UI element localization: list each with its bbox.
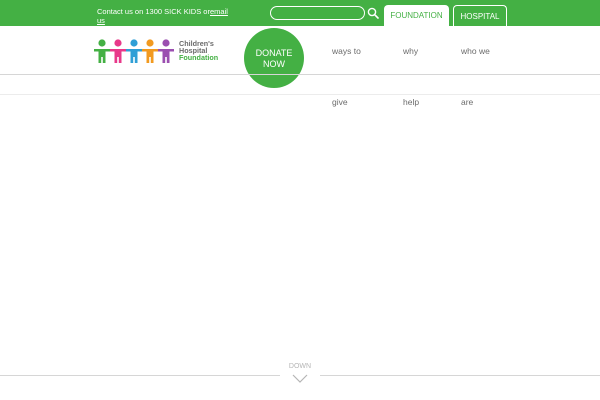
donate-label-line2: NOW bbox=[263, 59, 285, 69]
scroll-down-label[interactable]: DOWN bbox=[280, 363, 320, 370]
tab-foundation[interactable]: FOUNDATION bbox=[384, 5, 449, 26]
logo-figure-4 bbox=[142, 39, 158, 63]
nav-why-help-top[interactable]: why bbox=[403, 46, 418, 56]
contact-text: Contact us on 1300 SICK KIDS or bbox=[97, 7, 210, 16]
nav-who-we-are-bottom[interactable]: are bbox=[461, 97, 473, 107]
chevron-down-icon[interactable] bbox=[292, 374, 308, 383]
nav-ways-to-give-bottom[interactable]: give bbox=[332, 97, 348, 107]
nav-why-help-bottom[interactable]: help bbox=[403, 97, 419, 107]
nav-who-we-are-top[interactable]: who we bbox=[461, 46, 490, 56]
donate-label-line1: DONATE bbox=[255, 48, 293, 58]
logo-text-line3: Foundation bbox=[179, 53, 219, 62]
logo-figure-3 bbox=[126, 39, 142, 63]
donate-now-button[interactable]: DONATE NOW bbox=[244, 28, 304, 88]
top-bar: Contact us on 1300 SICK KIDS oremail us … bbox=[0, 0, 600, 26]
contact-info: Contact us on 1300 SICK KIDS oremail us bbox=[97, 7, 232, 25]
header-divider-light bbox=[0, 94, 600, 95]
header-divider bbox=[0, 74, 600, 75]
logo-figure-1 bbox=[94, 39, 110, 63]
search-input[interactable] bbox=[270, 6, 365, 20]
tab-hospital[interactable]: HOSPITAL bbox=[453, 5, 507, 26]
nav-ways-to-give-top[interactable]: ways to bbox=[332, 46, 361, 56]
logo-figure-2 bbox=[110, 39, 126, 63]
search-icon[interactable] bbox=[367, 7, 379, 19]
childrens-hospital-foundation-logo[interactable]: Children's Hospital Foundation bbox=[94, 38, 224, 64]
logo-figure-5 bbox=[158, 39, 174, 63]
paper-chain-figures-icon bbox=[94, 39, 174, 63]
